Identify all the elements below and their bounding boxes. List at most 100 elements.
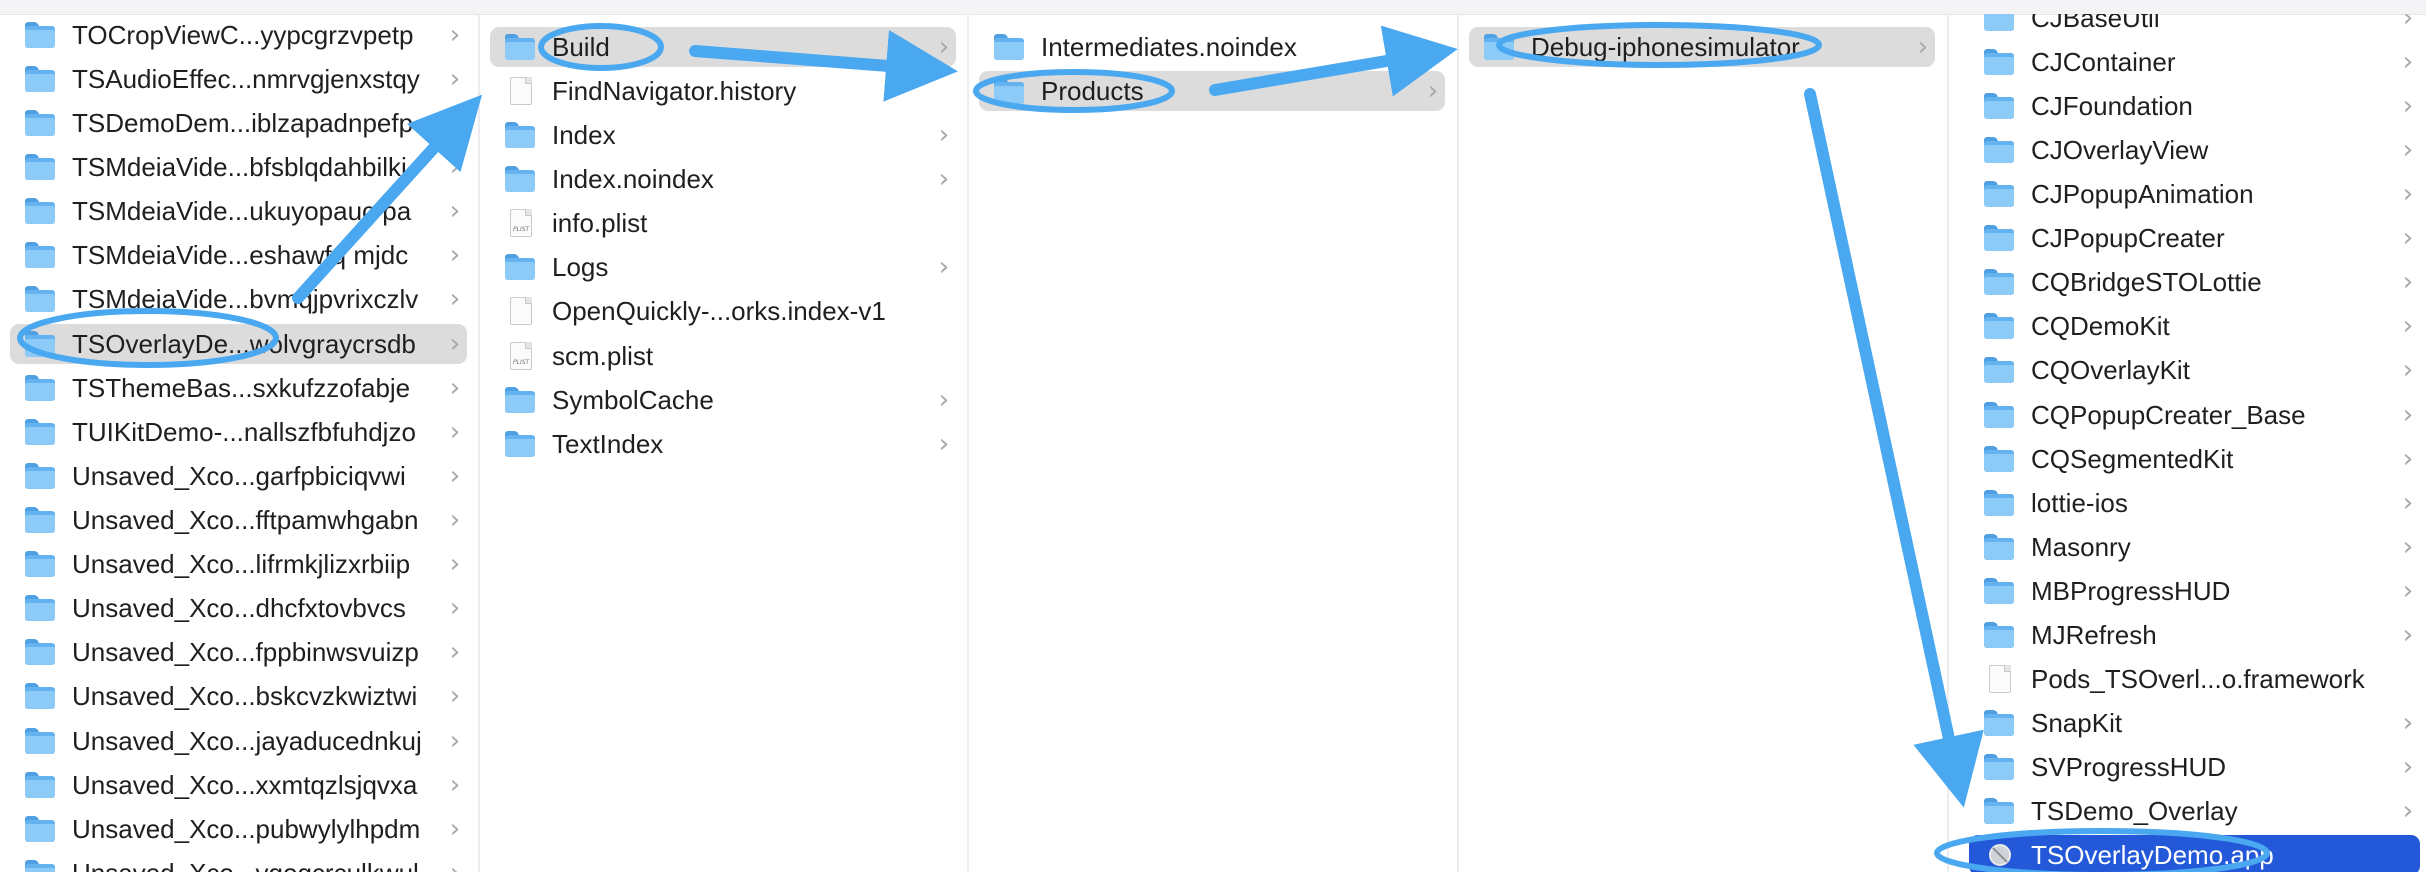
finder-column-3[interactable]: Intermediates.noindex Products ›: [969, 14, 1455, 872]
list-item-folder[interactable]: TextIndex ›: [490, 424, 956, 464]
list-item-folder[interactable]: CQOverlayKit ›: [1969, 350, 2420, 390]
list-item-folder[interactable]: CQPopupCreater_Base ›: [1969, 395, 2420, 435]
list-item-file[interactable]: PLIST scm.plist: [490, 336, 956, 376]
list-item-folder[interactable]: TUIKitDemo-...nallszfbfuhdjzo ›: [10, 412, 467, 452]
list-item-folder[interactable]: TOCropViewC...yypcgrzvpetp ›: [10, 15, 467, 55]
list-item-folder[interactable]: TSMdeiaVide...ukuyopauc pa ›: [10, 191, 467, 231]
list-item-folder[interactable]: Intermediates.noindex: [979, 27, 1445, 67]
chevron-right-icon: ›: [449, 373, 461, 403]
list-item-folder[interactable]: MBProgressHUD ›: [1969, 571, 2420, 611]
list-item-folder[interactable]: CJOverlayView ›: [1969, 130, 2420, 170]
list-item-folder[interactable]: Index.noindex ›: [490, 159, 956, 199]
list-item-folder[interactable]: TSMdeiaVide...eshawfq mjdc ›: [10, 235, 467, 275]
folder-icon: [23, 373, 59, 403]
item-label: info.plist: [552, 207, 648, 238]
list-item-folder[interactable]: CJPopupAnimation ›: [1969, 174, 2420, 214]
list-item-folder[interactable]: TSThemeBas...sxkufzzofabje ›: [10, 368, 467, 408]
finder-column-1[interactable]: TOCropViewC...yypcgrzvpetp › TSAudioEffec…: [0, 14, 477, 872]
list-item-file[interactable]: Pods_TSOverl...o.framework: [1969, 659, 2420, 699]
list-item-file[interactable]: PLIST info.plist: [490, 203, 956, 243]
chevron-right-icon: ›: [2402, 355, 2414, 385]
list-item-folder[interactable]: Unsaved_Xco...vgogcrculkwul›: [10, 853, 467, 872]
list-item-folder[interactable]: SnapKit ›: [1969, 703, 2420, 743]
plist-document-icon: PLIST: [503, 208, 539, 238]
list-item-folder[interactable]: CJFoundation ›: [1969, 86, 2420, 126]
item-label: Build: [552, 31, 610, 62]
list-item-file[interactable]: OpenQuickly-...orks.index-v1: [490, 291, 956, 331]
folder-icon: [23, 461, 59, 491]
chevron-right-icon: ›: [2402, 179, 2414, 209]
list-item-folder[interactable]: Unsaved_Xco...bskcvzkwiztwi ›: [10, 676, 467, 716]
item-label: Index.noindex: [552, 163, 714, 194]
folder-icon: [503, 120, 539, 150]
item-label: TSOverlayDemo.app: [2031, 839, 2274, 870]
list-item-folder[interactable]: SVProgressHUD ›: [1969, 747, 2420, 787]
chevron-right-icon: ›: [449, 152, 461, 182]
item-label: TSOverlayDe...wolvgraycrsdb: [72, 328, 416, 359]
list-item-folder[interactable]: CQBridgeSTOLottie ›: [1969, 262, 2420, 302]
finder-column-4[interactable]: Debug-iphonesimulator ›: [1459, 14, 1945, 872]
chevron-right-icon: ›: [443, 858, 467, 872]
list-item-folder[interactable]: TSMdeiaVide...bvmqjpvrixczlv ›: [10, 279, 467, 319]
finder-column-5[interactable]: CJBaseUtil › CJContainer › CJFoundation › C…: [1949, 14, 2426, 872]
list-item-folder[interactable]: Unsaved_Xco...pubwylylhpdm ›: [10, 809, 467, 849]
item-label: SVProgressHUD: [2031, 751, 2227, 782]
chevron-right-icon: ›: [938, 429, 950, 459]
list-item-folder[interactable]: TSDemoDem...iblzapadnpefp ›: [10, 103, 467, 143]
item-label: SymbolCache: [552, 384, 714, 415]
list-item-folder-selected[interactable]: TSOverlayDe...wolvgraycrsdb ›: [10, 324, 467, 364]
list-item-folder[interactable]: Masonry ›: [1969, 527, 2420, 567]
list-item-folder[interactable]: Unsaved_Xco...garfpbiciqvwi ›: [10, 456, 467, 496]
list-item-folder[interactable]: Unsaved_Xco...jayaducednkuj ›: [10, 721, 467, 761]
folder-icon: [1982, 708, 2018, 738]
list-item-folder[interactable]: CJContainer ›: [1969, 42, 2420, 82]
chevron-right-icon: ›: [449, 726, 461, 756]
list-item-folder-selected[interactable]: Debug-iphonesimulator ›: [1469, 27, 1935, 67]
list-item-folder[interactable]: TSAudioEffec...nmrvgjenxstqy ›: [10, 59, 467, 99]
item-label: TSAudioEffec...nmrvgjenxstqy: [72, 63, 420, 94]
list-item-folder[interactable]: Unsaved_Xco...lifrmkjlizxrbiip ›: [10, 544, 467, 584]
list-item-folder[interactable]: CJBaseUtil ›: [1969, 14, 2420, 38]
finder-column-2[interactable]: Build › FindNavigator.history Index › Inde…: [480, 14, 966, 872]
chevron-right-icon: ›: [2402, 576, 2414, 606]
list-item-folder[interactable]: SymbolCache ›: [490, 380, 956, 420]
item-label: SnapKit: [2031, 707, 2123, 738]
list-item-folder[interactable]: MJRefresh ›: [1969, 615, 2420, 655]
list-item-folder-selected[interactable]: Build ›: [490, 27, 956, 67]
item-label: CQDemoKit: [2031, 310, 2170, 341]
chevron-right-icon: ›: [449, 814, 461, 844]
folder-icon: [23, 814, 59, 844]
item-label: CJPopupAnimation: [2031, 178, 2254, 209]
folder-icon: [1482, 32, 1518, 62]
list-item-folder[interactable]: TSMdeiaVide...bfsblqdahbilki ›: [10, 147, 467, 187]
folder-icon: [503, 429, 539, 459]
folder-icon: [23, 64, 59, 94]
item-label: Unsaved_Xco...bskcvzkwiztwi: [72, 680, 418, 711]
list-item-folder[interactable]: Index ›: [490, 115, 956, 155]
list-item-folder[interactable]: lottie-ios ›: [1969, 483, 2420, 523]
item-label: MBProgressHUD: [2031, 575, 2231, 606]
folder-icon: [992, 76, 1028, 106]
item-label: TSDemo_Overlay: [2031, 795, 2238, 826]
list-item-folder[interactable]: Unsaved_Xco...fftpamwhgabn ›: [10, 500, 467, 540]
folder-icon: [23, 505, 59, 535]
list-item-folder[interactable]: Unsaved_Xco...dhcfxtovbvcs ›: [10, 588, 467, 628]
chevron-right-icon: ›: [2402, 135, 2414, 165]
folder-icon: [23, 770, 59, 800]
chevron-right-icon: ›: [2402, 488, 2414, 518]
folder-icon: [1982, 135, 2018, 165]
chevron-right-icon: ›: [449, 461, 461, 491]
list-item-file[interactable]: FindNavigator.history: [490, 71, 956, 111]
list-item-folder[interactable]: Unsaved_Xco...xxmtqzlsjqvxa ›: [10, 765, 467, 805]
list-item-app-selected[interactable]: TSOverlayDemo.app: [1969, 835, 2420, 872]
list-item-folder[interactable]: CQSegmentedKit ›: [1969, 439, 2420, 479]
item-label: TSDemoDem...iblzapadnpefp: [72, 107, 414, 138]
list-item-folder[interactable]: Logs ›: [490, 247, 956, 287]
list-item-folder[interactable]: TSDemo_Overlay ›: [1969, 791, 2420, 831]
list-item-folder-selected[interactable]: Products ›: [979, 71, 1445, 111]
folder-icon: [1982, 752, 2018, 782]
list-item-folder[interactable]: Unsaved_Xco...fppbinwsvuizp ›: [10, 632, 467, 672]
list-item-folder[interactable]: CJPopupCreater ›: [1969, 218, 2420, 258]
item-label: CQPopupCreater_Base: [2031, 399, 2306, 430]
list-item-folder[interactable]: CQDemoKit ›: [1969, 306, 2420, 346]
